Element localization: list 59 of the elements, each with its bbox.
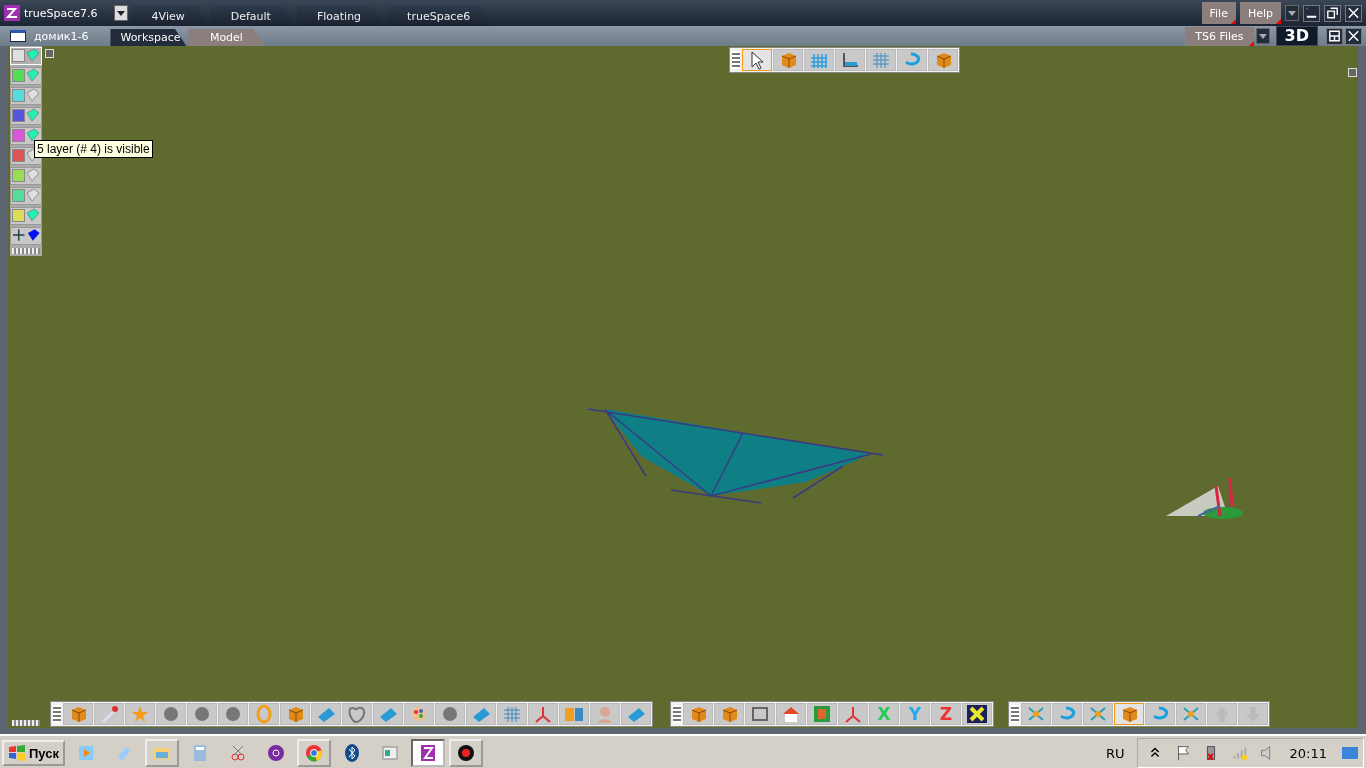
caret-icon xyxy=(1258,33,1267,39)
close-button[interactable] xyxy=(1345,4,1362,22)
dropdown-button[interactable] xyxy=(1255,28,1270,44)
add-icon[interactable] xyxy=(12,228,26,242)
layout-tab[interactable]: 4View xyxy=(131,6,207,26)
close-icon xyxy=(1346,28,1361,44)
caret-icon xyxy=(1288,10,1296,16)
cross-icon xyxy=(966,704,988,724)
app-logo-icon xyxy=(418,743,438,763)
toolbar-grip[interactable] xyxy=(732,51,740,69)
language-indicator[interactable]: RU xyxy=(1097,745,1133,761)
windows-logo-icon xyxy=(8,745,26,761)
square-icon xyxy=(811,704,833,724)
restore-button[interactable] xyxy=(1324,4,1341,22)
window-icon xyxy=(380,743,400,763)
layout-icon xyxy=(1327,28,1342,44)
frame-icon xyxy=(749,704,771,724)
close-icon xyxy=(1346,5,1361,21)
library-button[interactable]: TS6 Files xyxy=(1185,26,1254,46)
recorder-icon xyxy=(456,743,476,763)
dropdown-button[interactable] xyxy=(1285,5,1299,21)
toolbar-grip[interactable] xyxy=(673,705,681,723)
restore-icon xyxy=(1325,5,1340,21)
outline-icon xyxy=(346,704,368,724)
clock[interactable]: 20:11 xyxy=(1285,745,1331,761)
start-button[interactable]: Пуск xyxy=(2,740,65,766)
app-logo-icon xyxy=(4,5,20,21)
dropdown-button[interactable] xyxy=(113,5,128,21)
tool-button[interactable] xyxy=(962,703,992,725)
visibility-cube-icon[interactable] xyxy=(26,128,40,142)
document-title: домик1-6 xyxy=(34,29,89,43)
tool-button[interactable] xyxy=(742,49,772,71)
show-desktop-icon[interactable] xyxy=(1341,744,1359,762)
menu-button[interactable]: Help xyxy=(1239,2,1281,24)
disc-icon xyxy=(266,743,286,763)
bluetooth-icon xyxy=(342,743,362,763)
cube-icon[interactable] xyxy=(26,228,40,242)
mesh-icon xyxy=(870,50,892,70)
mesh-icon xyxy=(501,704,523,724)
close-button[interactable] xyxy=(1345,27,1362,45)
view-mode-label: 3D xyxy=(1275,26,1318,46)
view-tab[interactable]: Model xyxy=(188,29,265,46)
scissors-icon xyxy=(228,743,248,763)
view-tab[interactable]: Workspace xyxy=(110,29,187,46)
document-icon xyxy=(10,30,26,42)
layout-button[interactable] xyxy=(1326,27,1343,45)
panel-grip[interactable] xyxy=(12,248,40,254)
app-title: trueSpace7.6 xyxy=(24,6,98,20)
browser-icon xyxy=(304,743,324,763)
menu-button[interactable]: File xyxy=(1201,2,1236,24)
panel-grip[interactable] xyxy=(12,720,40,726)
toolbar-grip[interactable] xyxy=(53,705,61,723)
tooltip: 5 layer (# 4) is visible xyxy=(34,140,153,158)
layout-tab[interactable]: Default xyxy=(210,6,293,26)
minimize-button[interactable] xyxy=(1303,4,1320,22)
media-player-icon xyxy=(76,743,96,763)
layer-item[interactable] xyxy=(10,127,42,145)
caret-icon xyxy=(116,10,125,16)
toolbar-grip[interactable] xyxy=(1011,705,1019,723)
